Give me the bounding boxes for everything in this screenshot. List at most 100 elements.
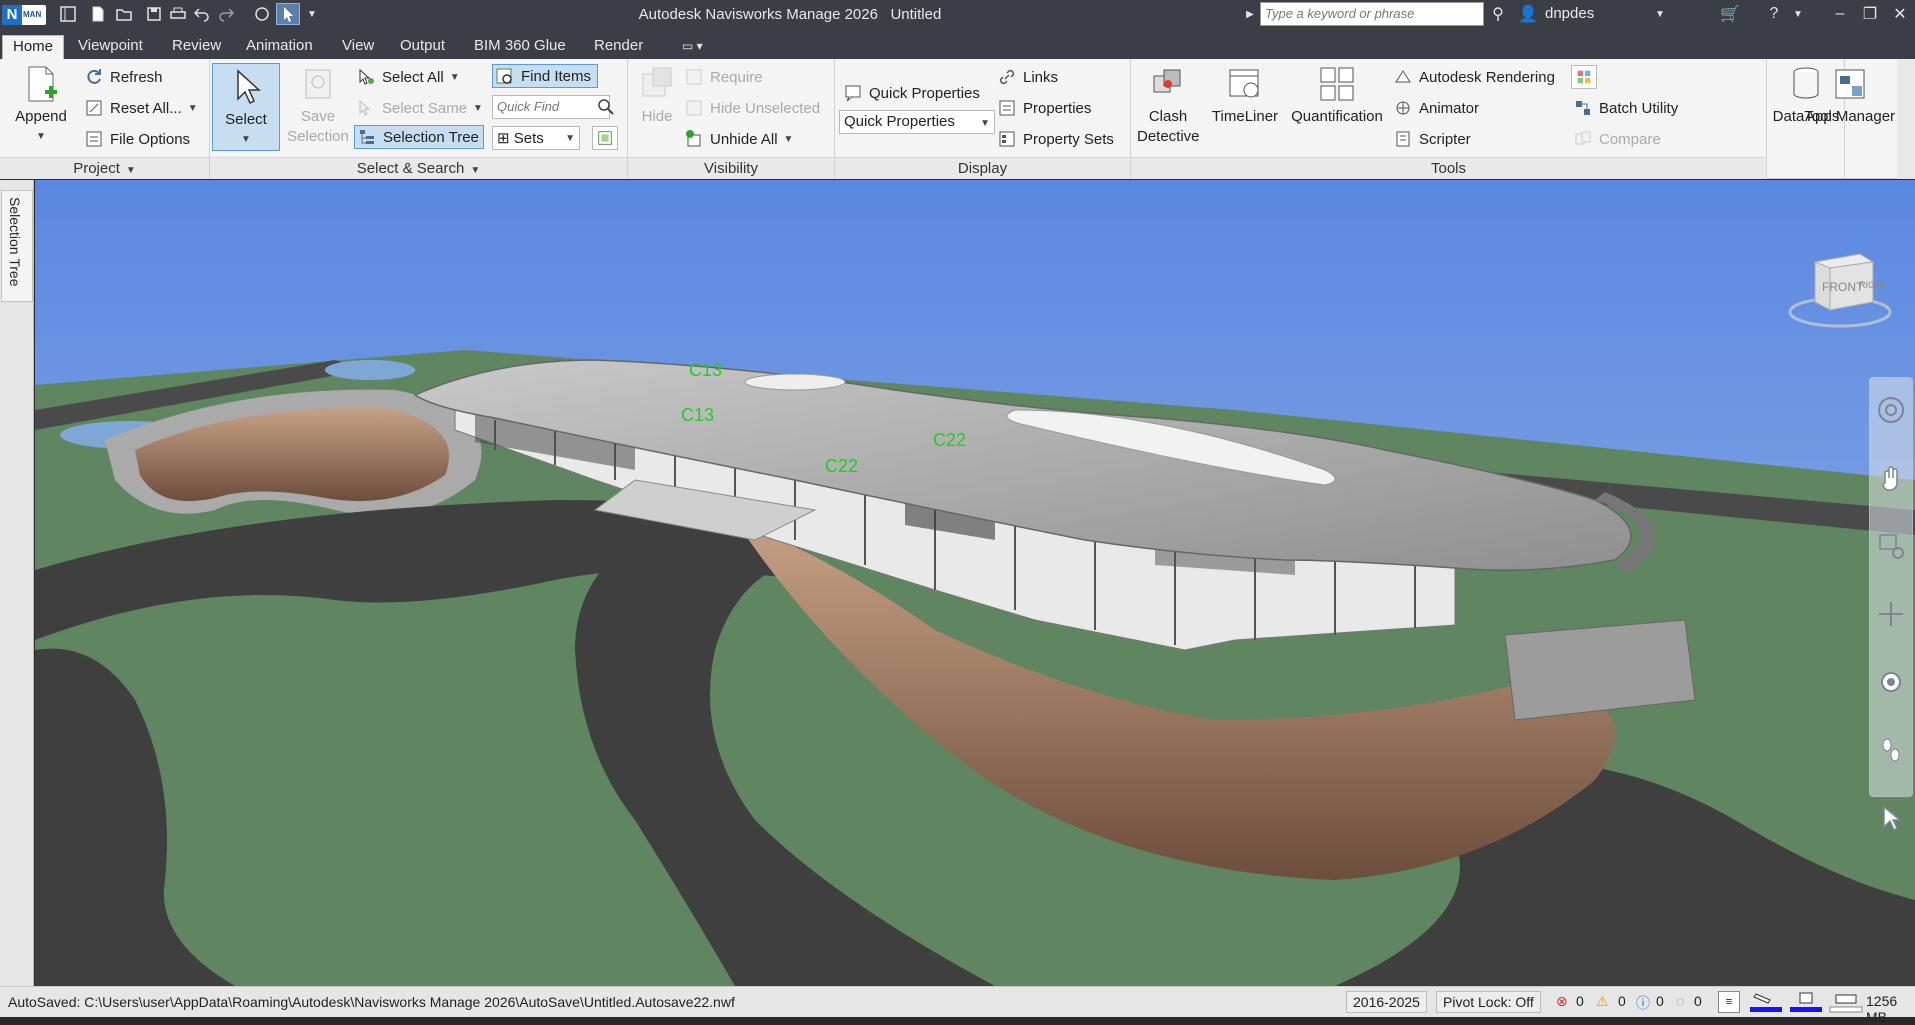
- select-button[interactable]: Select ▼: [212, 63, 280, 151]
- binoculars-icon[interactable]: ⚲: [1486, 3, 1510, 25]
- user-dropdown-icon[interactable]: ▼: [1648, 3, 1672, 25]
- select-arrow-icon[interactable]: [1873, 800, 1909, 836]
- sheet-browser-icon[interactable]: ≡: [1718, 991, 1740, 1013]
- selection-tree-tab[interactable]: Selection Tree: [1, 190, 33, 302]
- quick-access-dropdown-icon[interactable]: ▼: [300, 3, 324, 25]
- save-selection-button[interactable]: Save Selection: [282, 63, 354, 147]
- links-button[interactable]: Links: [997, 65, 1058, 89]
- app-logo[interactable]: N MAN: [2, 5, 46, 25]
- select-same-button[interactable]: Select Same ▼: [356, 96, 483, 120]
- rendering-icon: [1393, 67, 1413, 87]
- sets-dropdown[interactable]: ⊞ Sets ▼: [492, 126, 580, 150]
- search-expand-icon[interactable]: ▶: [1238, 3, 1262, 25]
- look-around-icon[interactable]: [1873, 664, 1909, 700]
- viewcube-right-label[interactable]: RIGHT: [1859, 280, 1887, 290]
- save-icon[interactable]: [142, 3, 166, 25]
- user-name[interactable]: dnpdes: [1545, 5, 1594, 22]
- animator-button[interactable]: Animator: [1393, 96, 1479, 120]
- print-icon[interactable]: [166, 3, 190, 25]
- app-manager-button[interactable]: App Manager: [1795, 63, 1905, 127]
- redo-icon[interactable]: [214, 3, 238, 25]
- pencil-progress-icon[interactable]: [1748, 991, 1784, 1013]
- tab-bim360-glue[interactable]: BIM 360 Glue: [464, 35, 576, 59]
- tab-home[interactable]: Home: [2, 35, 65, 59]
- ribbon-options-icon[interactable]: ▭ ▾: [672, 35, 713, 59]
- quantification-button[interactable]: Quantification: [1285, 63, 1389, 127]
- refresh-icon[interactable]: [250, 3, 274, 25]
- find-items-button[interactable]: Find Items: [492, 64, 599, 88]
- minimize-icon[interactable]: ‒: [1828, 3, 1852, 25]
- autodesk-rendering-button[interactable]: Autodesk Rendering: [1393, 65, 1555, 89]
- scripter-button[interactable]: Scripter: [1393, 127, 1471, 151]
- timeliner-button[interactable]: TimeLiner: [1207, 63, 1283, 127]
- selection-tree-button[interactable]: Selection Tree: [354, 125, 484, 149]
- help-dropdown-icon[interactable]: ▼: [1786, 3, 1810, 25]
- panel-project: Append ▼ Refresh Reset All... ▼ File Opti…: [0, 59, 210, 179]
- unhide-all-button[interactable]: Unhide All ▼: [684, 127, 793, 151]
- walk-icon[interactable]: [1873, 732, 1909, 768]
- appearance-profiler-icon[interactable]: [1571, 65, 1597, 89]
- close-icon[interactable]: ✕: [1888, 3, 1912, 25]
- disk-progress-icon[interactable]: [1788, 991, 1824, 1013]
- 3d-viewport[interactable]: C13 C13 C22 C22 FRONT RIGHT: [35, 180, 1915, 986]
- warning-count[interactable]: 0: [1618, 993, 1626, 1009]
- tab-output[interactable]: Output: [390, 35, 455, 59]
- tab-review[interactable]: Review: [162, 35, 231, 59]
- hide-unselected-button[interactable]: Hide Unselected: [684, 96, 820, 120]
- quick-find-search-icon[interactable]: [596, 95, 616, 119]
- properties-button[interactable]: Properties: [997, 96, 1091, 120]
- tab-render[interactable]: Render: [584, 35, 653, 59]
- batch-utility-button[interactable]: Batch Utility: [1573, 96, 1678, 120]
- manage-sets-icon[interactable]: [592, 126, 618, 150]
- web-server-progress-icon[interactable]: [1828, 991, 1864, 1013]
- quick-properties-button[interactable]: Quick Properties: [843, 81, 980, 105]
- ribbon-scroll[interactable]: [1897, 59, 1915, 179]
- refresh-button[interactable]: Refresh: [84, 65, 163, 89]
- help-icon[interactable]: ?: [1762, 3, 1786, 25]
- tab-view[interactable]: View: [332, 35, 384, 59]
- file-options-button[interactable]: File Options: [84, 127, 190, 151]
- tab-viewpoint[interactable]: Viewpoint: [68, 35, 153, 59]
- select-all-button[interactable]: Select All ▼: [356, 65, 460, 89]
- user-icon[interactable]: 👤: [1516, 3, 1540, 25]
- require-button[interactable]: Require: [684, 65, 763, 89]
- message-count[interactable]: 0: [1694, 993, 1702, 1009]
- append-button[interactable]: Append ▼: [8, 63, 74, 147]
- info-count[interactable]: 0: [1656, 993, 1664, 1009]
- clash-detective-button[interactable]: Clash Detective: [1137, 63, 1200, 147]
- save-selection-icon: [297, 63, 339, 105]
- new-file-icon[interactable]: [86, 3, 110, 25]
- message-icon: ◌: [1676, 993, 1685, 1009]
- pivot-lock-indicator[interactable]: Pivot Lock: Off: [1436, 991, 1541, 1013]
- years-indicator[interactable]: 2016-2025: [1346, 991, 1427, 1013]
- panel-title-project[interactable]: Project ▼: [0, 157, 209, 179]
- restore-icon[interactable]: ❐: [1858, 3, 1882, 25]
- undo-icon[interactable]: [190, 3, 214, 25]
- open-panel-icon[interactable]: [56, 3, 80, 25]
- help-search-input[interactable]: Type a keyword or phrase: [1260, 2, 1484, 26]
- reset-all-button[interactable]: Reset All... ▼: [84, 96, 198, 120]
- compare-button[interactable]: Compare: [1573, 127, 1661, 151]
- scripter-icon: [1393, 129, 1413, 149]
- steering-wheel-icon[interactable]: [1873, 392, 1909, 428]
- orbit-icon[interactable]: [1873, 596, 1909, 632]
- tab-animation[interactable]: Animation: [236, 35, 323, 59]
- zoom-window-icon[interactable]: [1873, 528, 1909, 564]
- annotation-label[interactable]: C22: [825, 456, 858, 477]
- property-sets-button[interactable]: Property Sets: [997, 127, 1114, 151]
- viewcube[interactable]: FRONT RIGHT: [1785, 240, 1895, 340]
- panel-title-select-search[interactable]: Select & Search ▼: [210, 157, 627, 179]
- pan-icon[interactable]: [1873, 460, 1909, 496]
- cart-icon[interactable]: 🛒: [1718, 3, 1742, 25]
- open-file-icon[interactable]: [112, 3, 136, 25]
- annotation-label[interactable]: C13: [689, 360, 722, 381]
- annotation-label[interactable]: C22: [933, 430, 966, 451]
- select-tool-icon[interactable]: [276, 3, 300, 25]
- viewcube-front-label[interactable]: FRONT: [1822, 280, 1863, 294]
- hide-button[interactable]: Hide: [632, 63, 682, 127]
- quick-find-input[interactable]: Quick Find: [492, 95, 610, 119]
- error-count[interactable]: 0: [1576, 993, 1584, 1009]
- annotation-label[interactable]: C13: [681, 405, 714, 426]
- batch-utility-icon: [1573, 98, 1593, 118]
- quick-properties-combo[interactable]: Quick Properties ▼: [839, 110, 995, 134]
